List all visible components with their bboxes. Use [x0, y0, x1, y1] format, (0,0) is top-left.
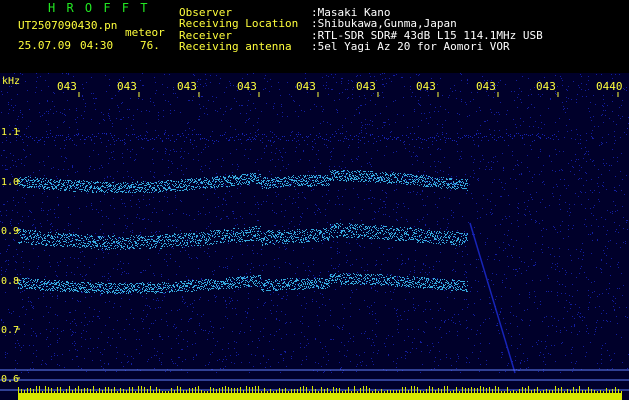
bottom-bar-fill — [18, 393, 622, 400]
capture-date: 25.07.09 — [18, 39, 71, 52]
location-label: Receiving Location — [179, 17, 299, 30]
frequency-tick-label: 0.6 — [1, 374, 19, 385]
file-name: UT2507090430.pn — [18, 19, 118, 32]
frequency-tick-label: 0.8 — [1, 276, 19, 287]
spectrogram-background — [0, 73, 629, 400]
time-tick-label: 043 — [237, 80, 257, 93]
time-tick-label: 043 — [536, 80, 556, 93]
spectrogram: 043 043 043 043 043 043 043 043 043 0440 1.1 1.0 0.… — [0, 73, 629, 400]
capture-value: 76. — [140, 39, 160, 52]
frequency-tick-label: 1.0 — [1, 177, 19, 188]
time-tick-label: 043 — [296, 80, 316, 93]
time-tick-label: 043 — [416, 80, 436, 93]
frequency-tick-label: 0.9 — [1, 226, 19, 237]
app-brand: H R O F F T — [48, 1, 150, 15]
frequency-unit: kHz — [2, 76, 20, 87]
file-subtitle: meteor — [125, 26, 165, 39]
time-tick-label: 043 — [177, 80, 197, 93]
antenna-value: :5el Yagi Az 20 for Aomori VOR — [311, 40, 510, 53]
location-value: :Shibukawa,Gunma,Japan — [311, 17, 457, 30]
time-tick-label: 0440 — [596, 80, 623, 93]
time-tick-label: 043 — [356, 80, 376, 93]
time-tick-label: 043 — [57, 80, 77, 93]
time-tick-label: 043 — [476, 80, 496, 93]
frequency-tick-label: 0.7 — [1, 325, 19, 336]
time-tick-label: 043 — [117, 80, 137, 93]
frequency-tick-label: 1.1 — [1, 127, 19, 138]
antenna-label: Receiving antenna — [179, 40, 292, 53]
capture-time: 04:30 — [80, 39, 114, 52]
